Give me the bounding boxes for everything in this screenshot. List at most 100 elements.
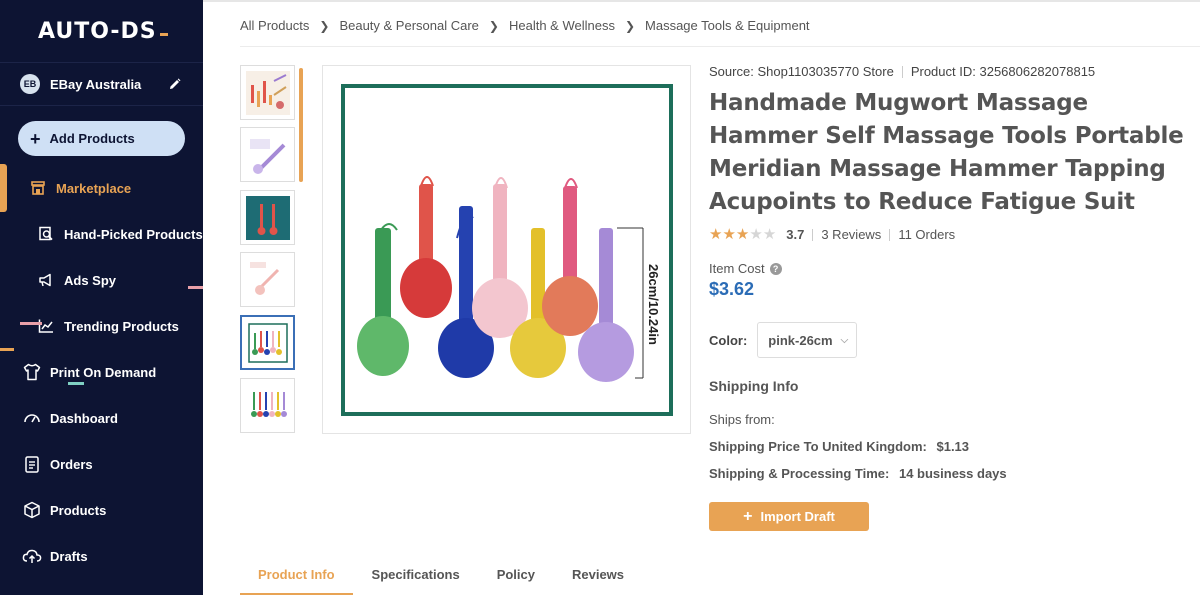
shipping-time-label: Shipping & Processing Time: <box>709 466 890 481</box>
breadcrumb-item[interactable]: Health & Wellness <box>509 18 615 33</box>
account-avatar: EB <box>20 74 40 94</box>
product-thumbnail[interactable] <box>240 127 295 182</box>
pencil-icon[interactable] <box>165 78 185 90</box>
import-draft-button[interactable]: + Import Draft <box>709 502 869 531</box>
sidebar: AUTO-DS EB EBay Australia + Add Products… <box>0 0 203 595</box>
sidebar-item-hand-picked[interactable]: Hand-Picked Products <box>0 214 203 254</box>
source-line: Source: Shop1103035770 Store Product ID:… <box>709 64 1189 79</box>
megaphone-icon <box>36 270 56 290</box>
decorative-line <box>0 348 14 351</box>
sidebar-item-dashboard[interactable]: Dashboard <box>0 398 203 438</box>
item-cost-text: Item Cost <box>709 261 765 276</box>
reviews-count[interactable]: 3 Reviews <box>821 227 881 242</box>
product-thumbnail[interactable] <box>240 65 295 120</box>
add-products-button[interactable]: + Add Products <box>18 121 185 156</box>
sidebar-item-marketplace[interactable]: Marketplace <box>0 164 203 212</box>
rating-value: 3.7 <box>786 227 805 242</box>
product-info-panel: Source: Shop1103035770 Store Product ID:… <box>709 64 1189 531</box>
rating-row: ★ ★ ★ ★ ★ 3.7 3 Reviews 11 Orders <box>709 227 955 242</box>
main-content: All Products ❯ Beauty & Personal Care ❯ … <box>203 0 1200 595</box>
shirt-icon <box>22 362 42 382</box>
tab-product-info[interactable]: Product Info <box>240 554 353 595</box>
logo-accent <box>159 32 168 36</box>
product-id-label: Product ID: <box>910 64 976 79</box>
divider <box>901 65 903 78</box>
plus-icon: + <box>30 128 41 149</box>
tab-policy[interactable]: Policy <box>479 554 553 594</box>
product-thumbnail[interactable] <box>240 252 295 307</box>
sidebar-item-ads-spy[interactable]: Ads Spy <box>0 260 203 300</box>
add-products-label: Add Products <box>49 131 135 146</box>
gauge-icon <box>22 408 42 428</box>
sidebar-item-print-on-demand[interactable]: Print On Demand <box>0 352 203 392</box>
star-icon: ★ <box>722 226 736 243</box>
image-frame: 26cm/10.24in <box>341 84 673 416</box>
import-draft-label: Import Draft <box>760 509 835 524</box>
store-icon <box>28 178 48 198</box>
product-thumbnail[interactable] <box>240 378 295 433</box>
chevron-down-icon: ⌵ <box>840 334 849 346</box>
plus-icon: + <box>743 507 753 525</box>
product-thumbnail-selected[interactable] <box>240 315 295 370</box>
dimension-label: 26cm/10.24in <box>646 264 661 345</box>
product-tabs: Product Info Specifications Policy Revie… <box>240 554 643 595</box>
autods-logo[interactable]: AUTO-DS <box>0 0 203 62</box>
tab-specifications[interactable]: Specifications <box>354 554 478 594</box>
divider <box>889 228 891 241</box>
clipboard-icon <box>22 454 42 474</box>
cloud-upload-icon <box>22 546 42 566</box>
help-icon[interactable]: ? <box>769 262 782 275</box>
shipping-title: Shipping Info <box>709 378 799 394</box>
item-cost-label: Item Cost ? <box>709 261 782 276</box>
color-label: Color: <box>709 332 748 348</box>
product-title: Handmade Mugwort Massage Hammer Self Mas… <box>709 90 1184 215</box>
color-select-value: pink-26cm <box>768 332 833 348</box>
sidebar-item-label: Trending Products <box>64 318 179 334</box>
sidebar-item-trending[interactable]: Trending Products <box>0 306 203 346</box>
box-icon <box>22 500 42 520</box>
product-main-image[interactable]: 26cm/10.24in <box>322 65 691 434</box>
sidebar-item-products[interactable]: Products <box>0 490 203 530</box>
decorative-line <box>188 286 203 289</box>
star-icon: ★ <box>735 226 750 243</box>
tab-reviews[interactable]: Reviews <box>554 554 642 594</box>
breadcrumb-item[interactable]: Massage Tools & Equipment <box>645 18 810 33</box>
account-name: EBay Australia <box>50 76 142 92</box>
account-selector[interactable]: EB EBay Australia <box>0 62 203 106</box>
logo-text: AUTO-DS <box>38 18 157 44</box>
shipping-time-value: 14 business days <box>898 466 1007 481</box>
shipping-price-label: Shipping Price To United Kingdom: <box>709 439 927 454</box>
chevron-right-icon: ❯ <box>319 18 330 33</box>
sidebar-item-label: Print On Demand <box>50 364 157 380</box>
decorative-line <box>20 322 42 325</box>
sidebar-item-label: Drafts <box>50 548 88 564</box>
sidebar-item-label: Dashboard <box>50 410 118 426</box>
breadcrumb: All Products ❯ Beauty & Personal Care ❯ … <box>240 18 810 33</box>
star-rating: ★ ★ ★ ★ ★ <box>709 227 776 242</box>
sidebar-item-label: Products <box>50 502 107 518</box>
breadcrumb-item[interactable]: All Products <box>240 18 309 33</box>
divider <box>240 46 1200 47</box>
item-price: $3.62 <box>709 279 755 299</box>
source-store[interactable]: Shop1103035770 Store <box>757 64 893 79</box>
star-icon: ★ <box>762 226 777 243</box>
massage-hammers-illustration: 26cm/10.24in <box>357 176 661 382</box>
sidebar-item-drafts[interactable]: Drafts <box>0 536 203 576</box>
star-icon: ★ <box>749 226 763 243</box>
shipping-price-value: $1.13 <box>936 439 970 454</box>
trend-chart-icon <box>36 316 56 336</box>
breadcrumb-item[interactable]: Beauty & Personal Care <box>339 18 478 33</box>
product-thumbnail[interactable] <box>240 190 295 245</box>
thumbnail-scrollbar[interactable] <box>299 68 303 182</box>
source-label: Source: <box>709 64 754 79</box>
star-icon: ★ <box>709 226 723 243</box>
sidebar-item-orders[interactable]: Orders <box>0 444 203 484</box>
color-row: Color: pink-26cm ⌵ <box>709 322 858 358</box>
sidebar-item-label: Orders <box>50 456 93 472</box>
divider <box>812 228 814 241</box>
color-select[interactable]: pink-26cm ⌵ <box>757 322 858 358</box>
decorative-line <box>68 382 84 385</box>
sidebar-item-label: Hand-Picked Products <box>64 226 203 242</box>
product-id: 3256806282078815 <box>979 64 1096 79</box>
shipping-price-row: Shipping Price To United Kingdom: $1.13 <box>709 439 969 454</box>
